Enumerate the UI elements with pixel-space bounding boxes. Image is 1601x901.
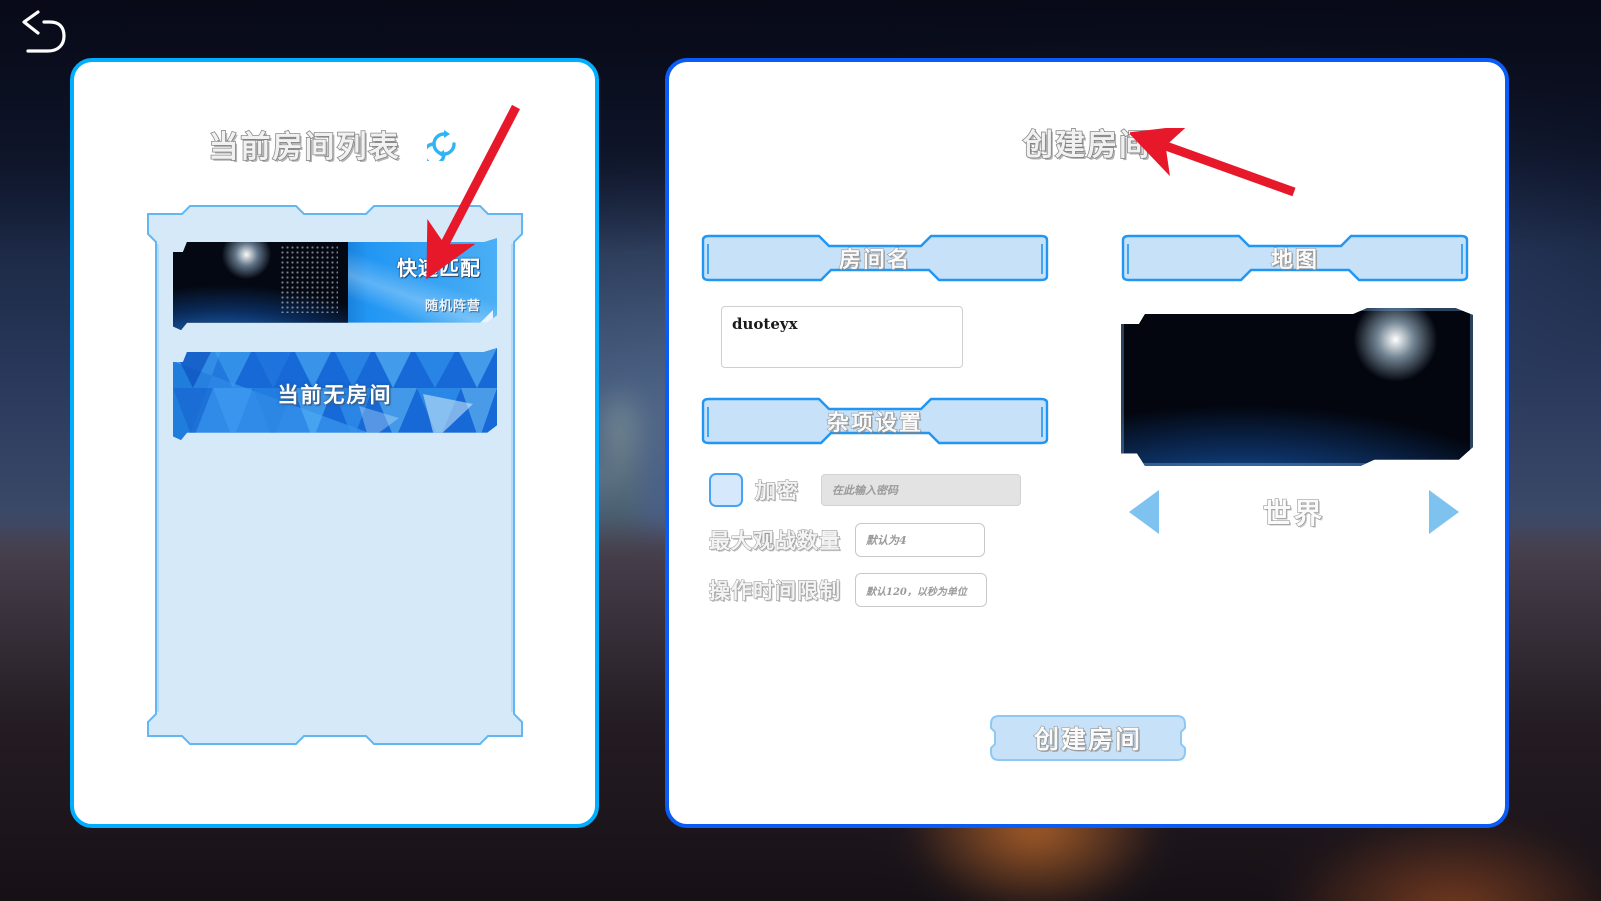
create-room-left-column: 房间名 杂项设置 加密 在此输入密码 最大观战数量 默认为4 (699, 232, 1079, 623)
quick-match-dot-pattern (279, 245, 339, 314)
arrow-right-icon[interactable] (1428, 490, 1459, 534)
room-name-input[interactable] (721, 306, 963, 368)
room-list-header: 当前房间列表 (74, 122, 595, 166)
section-header-label: 杂项设置 (826, 410, 923, 436)
room-card-title: 快速匹配 (397, 256, 481, 280)
map-section-header: 地图 (1119, 232, 1471, 284)
encrypt-checkbox[interactable] (709, 473, 743, 507)
create-room-button-label: 创建房间 (1033, 724, 1142, 754)
arrow-left-icon[interactable] (1129, 490, 1159, 534)
encrypt-label: 加密 (754, 478, 799, 503)
create-room-button[interactable]: 创建房间 (989, 714, 1187, 762)
operation-time-limit-placeholder: 默认120，以秒为单位 (866, 586, 967, 598)
password-input[interactable]: 在此输入密码 (821, 474, 1021, 506)
section-header-label: 地图 (1270, 247, 1319, 273)
create-room-right-column: 地图 世界 (1119, 232, 1479, 534)
list-item[interactable]: 当前无房间 (173, 348, 497, 440)
create-room-panel: 创建房间 房间名 杂项设置 加密 在此输入密码 (665, 58, 1509, 828)
max-spectators-row: 最大观战数量 默认为4 (708, 523, 1079, 557)
encrypt-row: 加密 在此输入密码 (709, 473, 1079, 507)
operation-time-limit-row: 操作时间限制 默认120，以秒为单位 (708, 573, 1079, 607)
list-item[interactable]: 快速匹配 随机阵营 (173, 238, 497, 330)
room-name-section-header: 房间名 (699, 232, 1051, 284)
refresh-icon[interactable] (421, 127, 461, 166)
background-orange-glow-2 (1282, 818, 1601, 901)
section-header-label: 房间名 (838, 247, 911, 273)
room-list-panel: 当前房间列表 快速匹配 随机阵营 当前无房间 (70, 58, 599, 828)
password-placeholder: 在此输入密码 (832, 484, 898, 497)
max-spectators-input[interactable]: 默认为4 (855, 523, 985, 557)
create-room-title-wrap: 创建房间 (669, 120, 1505, 164)
misc-settings-section-header: 杂项设置 (699, 395, 1051, 447)
max-spectators-placeholder: 默认为4 (866, 534, 907, 547)
back-arrow-icon[interactable] (14, 8, 72, 66)
room-card-subtitle: 随机阵营 (424, 299, 481, 314)
operation-time-limit-input[interactable]: 默认120，以秒为单位 (855, 573, 987, 607)
map-selector: 世界 (1129, 490, 1459, 534)
quick-match-text-block: 快速匹配 随机阵营 (397, 252, 481, 314)
map-name-label: 世界 (1262, 496, 1325, 530)
room-list-container: 快速匹配 随机阵营 当前无房间 (146, 204, 524, 752)
room-list-items: 快速匹配 随机阵营 当前无房间 (170, 234, 500, 718)
misc-settings-rows: 加密 在此输入密码 最大观战数量 默认为4 操作时间限制 默认120，以秒为单位 (708, 473, 1079, 607)
max-spectators-label: 最大观战数量 (708, 528, 841, 553)
map-preview-frame (1121, 308, 1473, 466)
page-title: 创建房间 (1022, 127, 1151, 164)
page-title: 当前房间列表 (208, 129, 401, 166)
map-preview-image[interactable] (1121, 308, 1473, 466)
operation-time-limit-label: 操作时间限制 (708, 578, 841, 603)
room-card-title: 当前无房间 (277, 383, 393, 407)
